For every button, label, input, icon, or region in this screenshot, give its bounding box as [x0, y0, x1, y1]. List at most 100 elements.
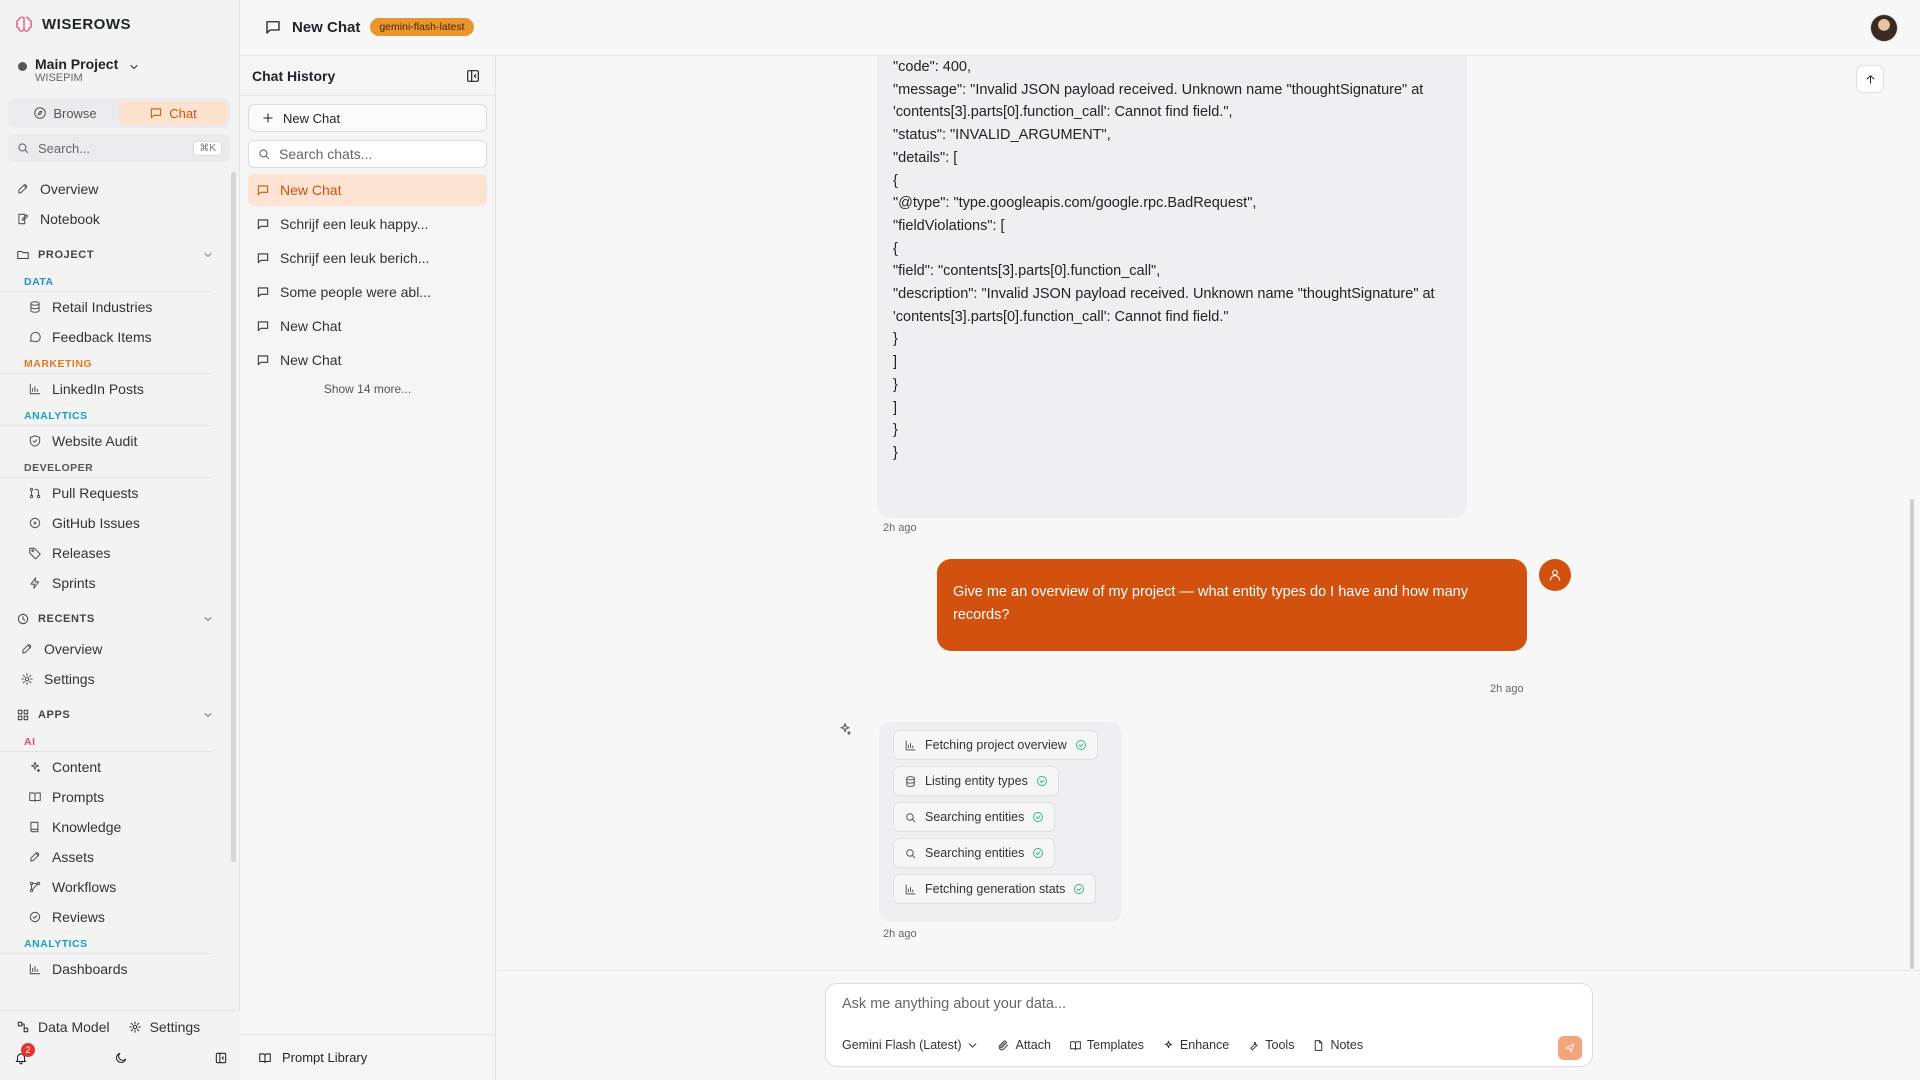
sidebar-item-sprints[interactable]: Sprints	[0, 568, 230, 598]
book-open-icon	[259, 1052, 271, 1063]
error-line: "message": "Invalid JSON payload receive…	[893, 81, 1428, 121]
model-selector-label: Gemini Flash (Latest)	[842, 1038, 962, 1052]
panel-collapse-icon[interactable]	[465, 68, 481, 84]
notifications-button[interactable]: 2	[14, 1043, 35, 1065]
sidebar-item-feedback-items[interactable]: Feedback Items	[0, 322, 230, 352]
sidebar-item-github-issues[interactable]: GitHub Issues	[0, 508, 230, 538]
send-button[interactable]	[1558, 1036, 1582, 1060]
error-line: "description": "Invalid JSON payload rec…	[893, 286, 1439, 325]
new-chat-button[interactable]: New Chat	[248, 104, 487, 132]
sidebar-item-label: LinkedIn Posts	[52, 381, 144, 397]
sidebar-item-notebook[interactable]: Notebook	[0, 204, 230, 234]
tool-step-label: Fetching generation stats	[925, 882, 1066, 896]
brand-name: WISEROWS	[42, 15, 131, 33]
project-workspace: WISEPIM	[35, 72, 83, 84]
avatar[interactable]	[1870, 14, 1898, 42]
moon-icon[interactable]	[114, 1051, 128, 1065]
browse-tab[interactable]: Browse	[11, 101, 119, 125]
apps-group-header[interactable]: APPS	[0, 700, 230, 730]
tool-step[interactable]: Searching entities	[893, 838, 1056, 868]
error-line: {	[893, 240, 898, 257]
sidebar-item-label: Knowledge	[52, 819, 122, 835]
tool-step[interactable]: Searching entities	[893, 802, 1056, 832]
settings-link[interactable]: Settings	[128, 1019, 201, 1035]
recent-item-settings[interactable]: Settings	[0, 664, 230, 694]
templates-button[interactable]: Templates	[1069, 1038, 1144, 1052]
sidebar-item-dashboards[interactable]: Dashboards	[0, 954, 230, 984]
sidebar-item-workflows[interactable]: Workflows	[0, 872, 230, 902]
recents-group-header[interactable]: RECENTS	[0, 604, 230, 634]
chat-scrollbar[interactable]	[1910, 499, 1914, 969]
sidebar-item-linkedin-posts[interactable]: LinkedIn Posts	[0, 374, 230, 404]
scroll-to-top-button[interactable]	[1856, 65, 1884, 93]
chat-history-header: Chat History	[240, 56, 495, 96]
category-analytics-apps: ANALYTICS	[0, 932, 212, 954]
project-group-header[interactable]: PROJECT	[0, 240, 230, 270]
sidebar-item-reviews[interactable]: Reviews	[0, 902, 230, 932]
gear-icon	[21, 673, 33, 685]
bar-chart-icon	[29, 383, 41, 395]
chat-tab[interactable]: Chat	[119, 101, 227, 125]
show-more-button[interactable]: Show 14 more...	[240, 382, 495, 396]
chat-icon	[257, 219, 269, 230]
chat-icon	[151, 108, 162, 119]
chat-history-item[interactable]: Schrijf een leuk berich...	[248, 242, 487, 274]
database-icon	[906, 775, 915, 787]
rocket-icon	[18, 184, 28, 194]
sidebar-item-retail-industries[interactable]: Retail Industries	[0, 292, 230, 322]
chat-history-item[interactable]: Schrijf een leuk happy...	[248, 208, 487, 240]
sidebar-item-website-audit[interactable]: Website Audit	[0, 426, 230, 456]
sidebar-item-releases[interactable]: Releases	[0, 538, 230, 568]
chevron-down-icon	[204, 617, 212, 621]
attach-button[interactable]: Attach	[997, 1038, 1051, 1052]
sidebar-item-content[interactable]: Content	[0, 752, 230, 782]
gear-icon	[128, 1021, 141, 1033]
data-model-link[interactable]: Data Model	[16, 1019, 110, 1035]
chat-history-item[interactable]: New Chat	[248, 344, 487, 376]
chat-history-item[interactable]: Some people were abl...	[248, 276, 487, 308]
chat-icon	[257, 287, 269, 298]
search-icon	[906, 848, 916, 858]
rocket-icon	[30, 852, 40, 862]
notification-count: 2	[21, 1043, 35, 1057]
message-input[interactable]	[842, 996, 1542, 1012]
error-line: }	[893, 422, 898, 439]
tool-step[interactable]: Fetching generation stats	[893, 874, 1097, 904]
prompt-library-label: Prompt Library	[282, 1050, 368, 1065]
sidebar-item-prompts[interactable]: Prompts	[0, 782, 230, 812]
prompt-library-button[interactable]: Prompt Library	[240, 1034, 496, 1080]
bar-chart-icon	[29, 963, 41, 975]
top-bar: New Chat gemini-flash-latest	[240, 0, 1920, 56]
category-developer: DEVELOPER	[0, 456, 212, 478]
sidebar-item-pull-requests[interactable]: Pull Requests	[0, 478, 230, 508]
settings-label: Settings	[149, 1019, 201, 1035]
tools-button[interactable]: Tools	[1247, 1038, 1294, 1052]
project-selector[interactable]: Main Project WISEPIM	[18, 56, 140, 84]
user-message: Give me an overview of my project — what…	[937, 559, 1527, 651]
chat-history-item[interactable]: New Chat	[248, 174, 487, 206]
recent-item-overview[interactable]: Overview	[0, 634, 230, 664]
enhance-button[interactable]: Enhance	[1162, 1038, 1229, 1052]
sidebar-search[interactable]: Search... ⌘K	[8, 134, 230, 162]
chat-history-item[interactable]: New Chat	[248, 310, 487, 342]
sidebar-collapse-icon[interactable]	[214, 1051, 228, 1065]
brain-logo-icon	[15, 16, 33, 32]
sidebar-scrollbar[interactable]	[231, 172, 236, 862]
sidebar-item-knowledge[interactable]: Knowledge	[0, 812, 230, 842]
sidebar-item-label: Feedback Items	[52, 329, 152, 345]
file-icon	[1315, 1039, 1323, 1051]
sidebar-item-label: Dashboards	[52, 961, 128, 977]
message-timestamp: 2h ago	[1490, 683, 1524, 695]
tool-step[interactable]: Fetching project overview	[893, 730, 1098, 760]
user-icon	[1549, 569, 1561, 581]
chat-search-input[interactable]: Search chats...	[248, 140, 487, 168]
sidebar-item-overview[interactable]: Overview	[0, 174, 230, 204]
book-icon	[30, 821, 39, 833]
model-selector[interactable]: Gemini Flash (Latest)	[842, 1038, 979, 1052]
notes-button[interactable]: Notes	[1312, 1038, 1363, 1052]
sidebar-item-assets[interactable]: Assets	[0, 842, 230, 872]
sidebar-item-label: Website Audit	[52, 433, 138, 449]
error-line: ]	[893, 399, 898, 416]
tool-step[interactable]: Listing entity types	[893, 766, 1059, 796]
brand[interactable]: WISEROWS	[14, 14, 131, 34]
